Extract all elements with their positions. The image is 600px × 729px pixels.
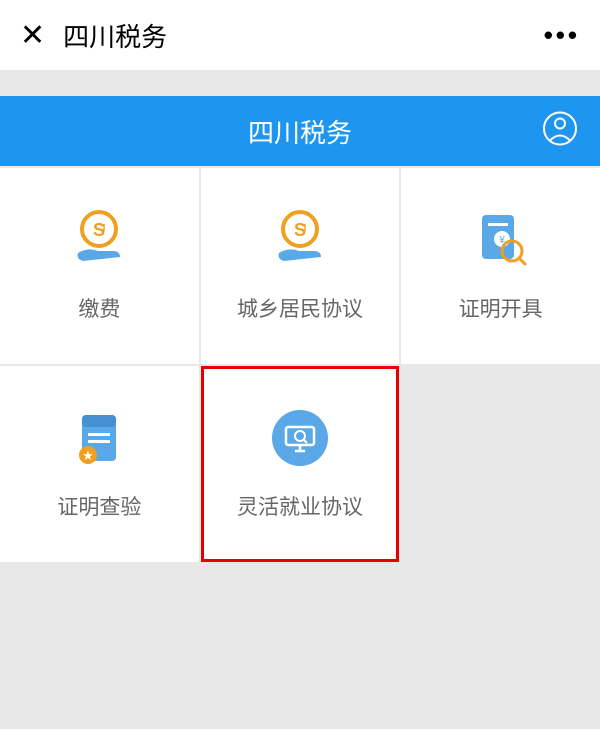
close-icon[interactable]: ✕: [20, 18, 45, 53]
tile-resident-agreement[interactable]: S I 城乡居民协议: [201, 168, 400, 364]
tile-cert-verify[interactable]: ★ 证明查验: [0, 366, 199, 562]
tile-label: 城乡居民协议: [237, 293, 363, 323]
more-icon[interactable]: •••: [544, 20, 580, 51]
tile-flexible-employment[interactable]: 灵活就业协议: [201, 366, 400, 562]
tile-label: 灵活就业协议: [237, 491, 363, 521]
pay-hand-icon: S I: [68, 209, 130, 271]
tile-label: 证明开具: [459, 293, 543, 323]
doc-search-icon: ¥: [470, 209, 532, 271]
svg-text:I: I: [103, 223, 106, 234]
app-header-title: 四川税务: [248, 113, 352, 150]
menu-grid: S I 缴费 S I 城乡居民协议 ¥: [0, 168, 600, 562]
tile-label: 证明查验: [57, 491, 141, 521]
doc-star-icon: ★: [68, 407, 130, 469]
tile-label: 缴费: [78, 293, 120, 323]
svg-text:★: ★: [83, 448, 95, 463]
empty-tile: [401, 366, 600, 562]
tile-cert-issue[interactable]: ¥ 证明开具: [401, 168, 600, 364]
svg-text:I: I: [304, 223, 307, 234]
profile-icon[interactable]: [542, 111, 578, 152]
pay-hand-icon: S I: [269, 209, 331, 271]
app-header: 四川税务: [0, 96, 600, 166]
wechat-topbar: ✕ 四川税务 •••: [0, 0, 600, 70]
tile-payment[interactable]: S I 缴费: [0, 168, 199, 364]
topbar-title: 四川税务: [63, 17, 167, 54]
circle-screen-icon: [269, 407, 331, 469]
